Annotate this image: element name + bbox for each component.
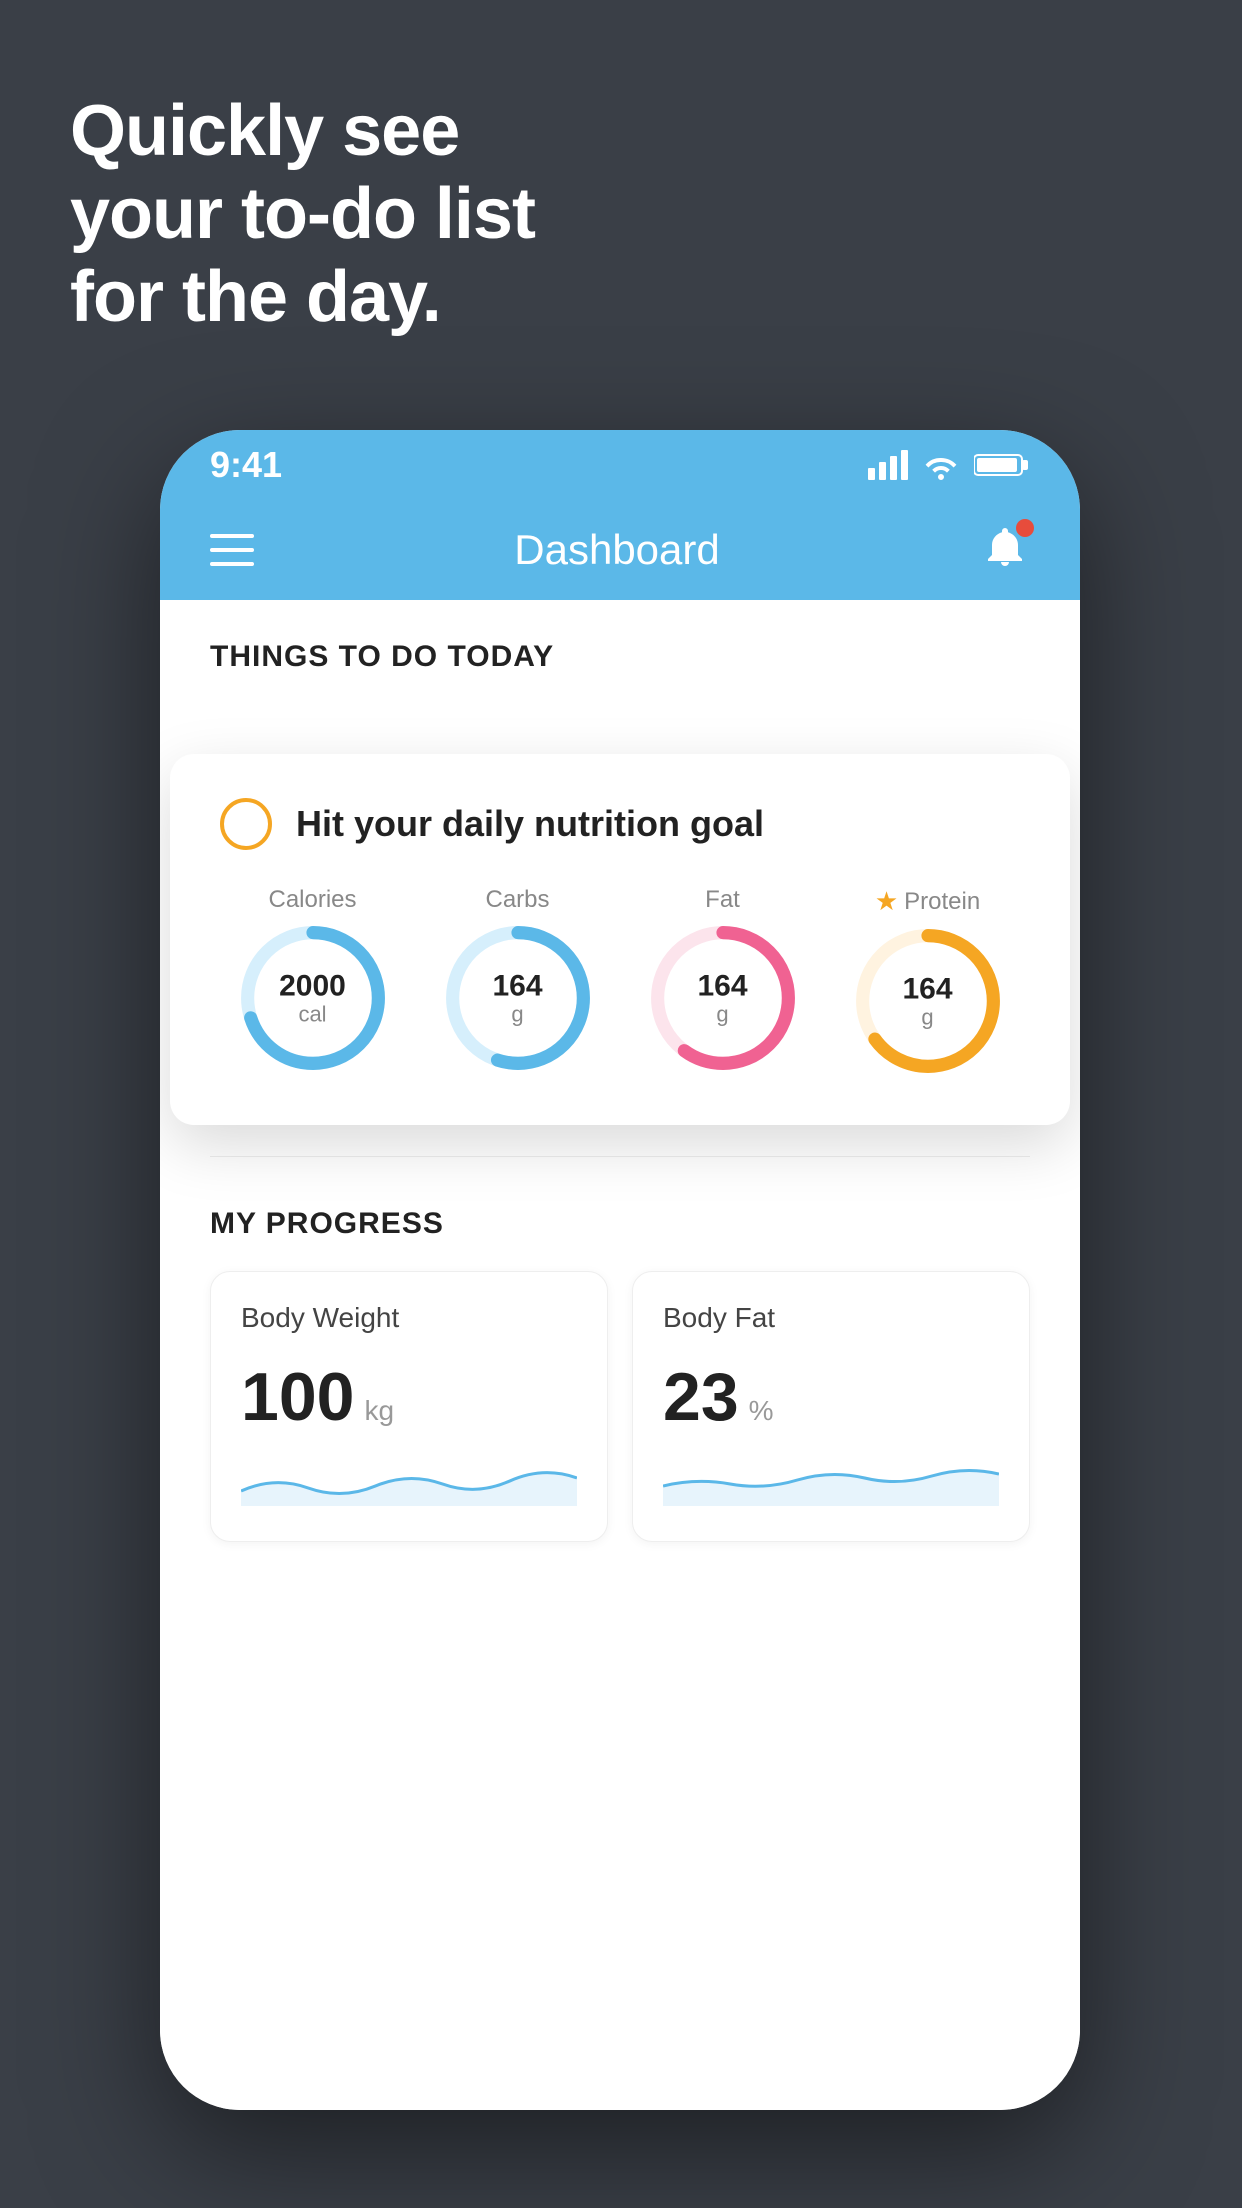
calories-donut: 2000 cal xyxy=(239,924,387,1072)
fat-value: 164 xyxy=(697,969,747,1002)
status-bar: 9:41 xyxy=(160,430,1080,500)
progress-cards: Body Weight 100 kg Body Fat xyxy=(210,1271,1030,1542)
body-weight-number: 100 xyxy=(241,1358,354,1436)
carbs-value: 164 xyxy=(492,969,542,1002)
body-fat-value-row: 23 % xyxy=(663,1358,999,1436)
body-weight-unit: kg xyxy=(364,1395,394,1427)
nutrition-calories: Calories 2000 cal xyxy=(239,886,387,1075)
signal-icon xyxy=(868,450,908,480)
phone-mockup: 9:41 Dashboard xyxy=(160,430,1080,2110)
content-area: THINGS TO DO TODAY Hit your daily nutrit… xyxy=(160,600,1080,2110)
body-fat-title: Body Fat xyxy=(663,1302,999,1334)
body-weight-title: Body Weight xyxy=(241,1302,577,1334)
nutrition-row: Calories 2000 cal xyxy=(220,886,1020,1075)
nutrition-fat: Fat 164 g xyxy=(649,886,797,1075)
calories-value: 2000 xyxy=(279,969,346,1002)
body-fat-number: 23 xyxy=(663,1358,739,1436)
wifi-icon xyxy=(922,450,960,480)
calories-label: Calories xyxy=(268,886,356,914)
body-weight-card: Body Weight 100 kg xyxy=(210,1271,608,1542)
body-fat-chart xyxy=(663,1456,999,1506)
my-progress-header: MY PROGRESS xyxy=(210,1207,1030,1241)
nutrition-card: Hit your daily nutrition goal Calories 2 xyxy=(170,754,1070,1125)
hero-text: Quickly see your to-do list for the day. xyxy=(70,90,535,338)
nutrition-card-title-text: Hit your daily nutrition goal xyxy=(296,803,764,845)
carbs-label: Carbs xyxy=(485,886,549,914)
body-fat-card: Body Fat 23 % xyxy=(632,1271,1030,1542)
body-fat-unit: % xyxy=(749,1395,774,1427)
nutrition-card-title-row: Hit your daily nutrition goal xyxy=(220,798,1020,850)
nutrition-protein: ★ Protein 164 g xyxy=(854,886,1002,1075)
star-icon: ★ xyxy=(875,886,898,917)
nutrition-check-circle[interactable] xyxy=(220,798,272,850)
notification-dot xyxy=(1016,519,1034,537)
status-time: 9:41 xyxy=(210,444,282,486)
battery-icon xyxy=(974,451,1030,479)
things-today-header: THINGS TO DO TODAY xyxy=(160,600,1080,694)
nav-bar: Dashboard xyxy=(160,500,1080,600)
protein-label: ★ Protein xyxy=(875,886,980,917)
status-icons xyxy=(868,450,1030,480)
protein-value: 164 xyxy=(902,972,952,1005)
protein-unit: g xyxy=(902,1005,952,1029)
hamburger-menu[interactable] xyxy=(210,534,254,566)
nav-title: Dashboard xyxy=(514,526,719,574)
protein-donut: 164 g xyxy=(854,927,1002,1075)
body-weight-value-row: 100 kg xyxy=(241,1358,577,1436)
fat-unit: g xyxy=(697,1002,747,1026)
my-progress-section: MY PROGRESS Body Weight 100 kg xyxy=(160,1157,1080,1572)
notification-bell[interactable] xyxy=(980,523,1030,578)
body-weight-chart xyxy=(241,1456,577,1506)
fat-donut: 164 g xyxy=(649,924,797,1072)
carbs-unit: g xyxy=(492,1002,542,1026)
carbs-donut: 164 g xyxy=(444,924,592,1072)
calories-unit: cal xyxy=(279,1002,346,1026)
nutrition-carbs: Carbs 164 g xyxy=(444,886,592,1075)
fat-label: Fat xyxy=(705,886,740,914)
